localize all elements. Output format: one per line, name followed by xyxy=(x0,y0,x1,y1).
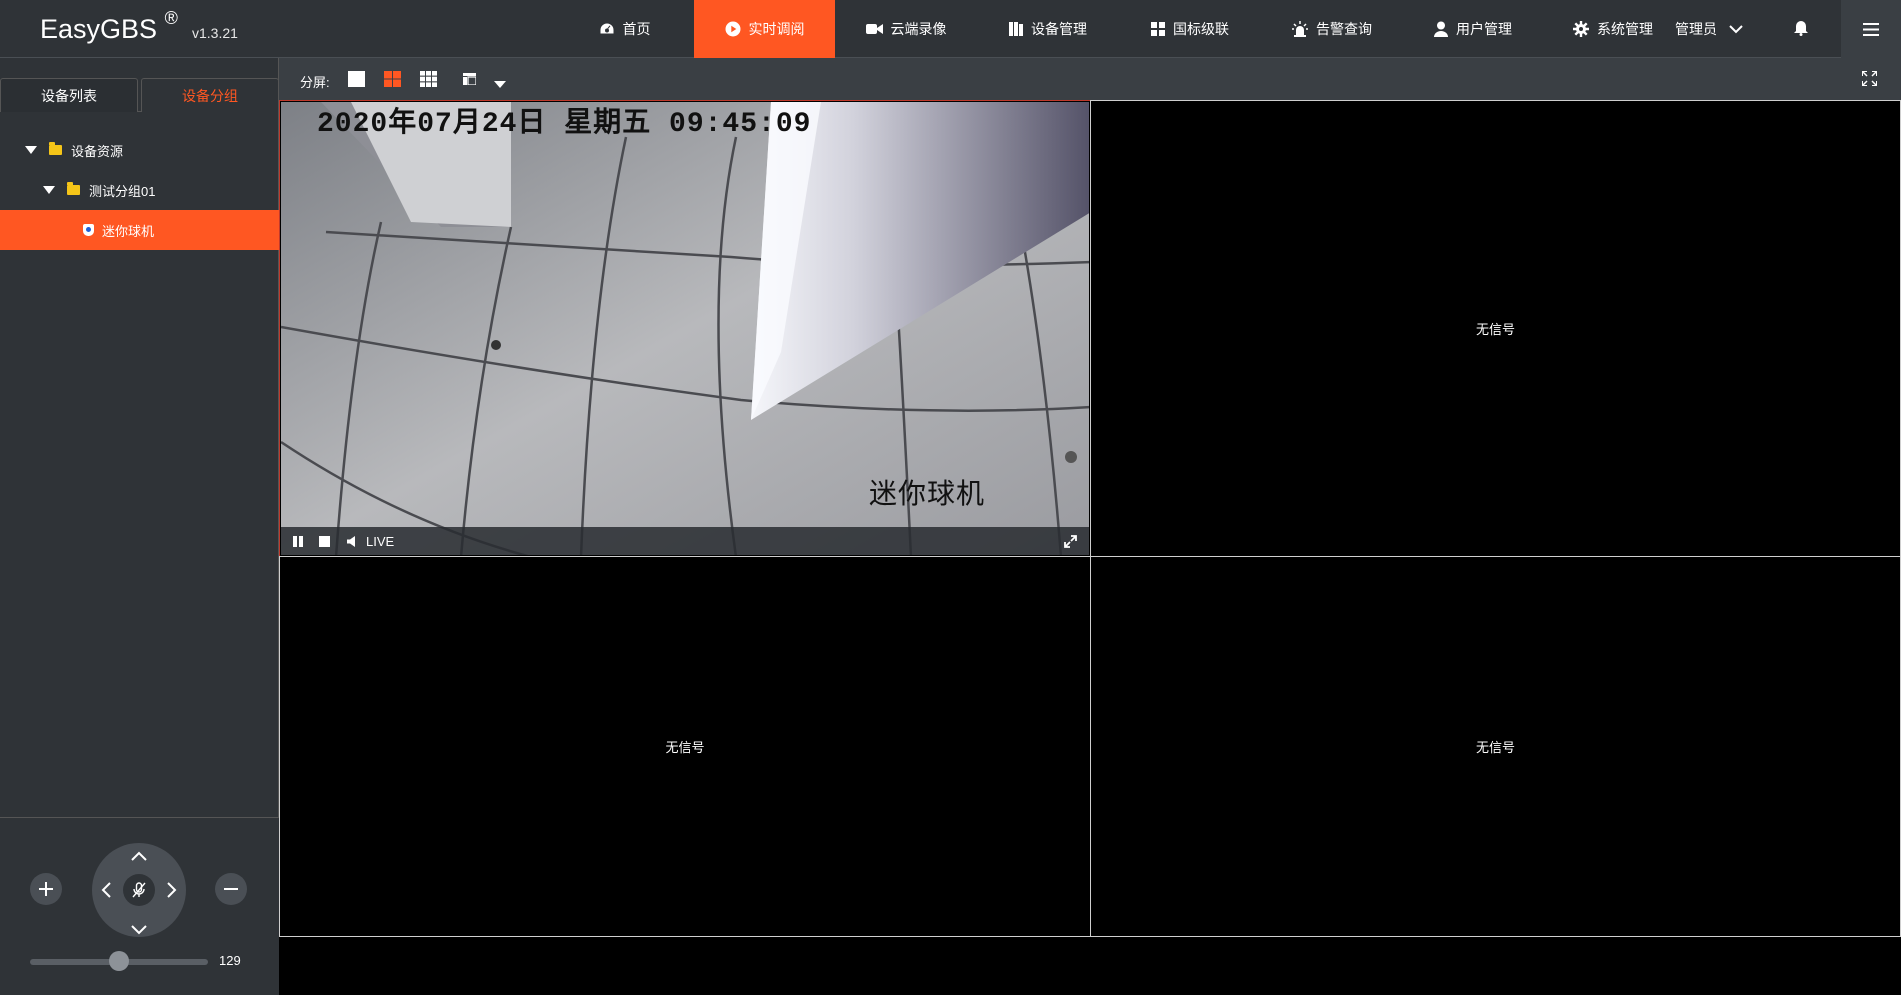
folder-icon xyxy=(49,142,62,155)
nav-item-live-view[interactable]: 实时调阅 xyxy=(694,0,835,58)
registered-mark: ® xyxy=(164,8,178,28)
no-signal-label: 无信号 xyxy=(1475,322,1515,337)
main-nav: 首页 实时调阅 云端录像 设备管理 国标级联 告警查询 用户管理 系统管理 xyxy=(555,0,1683,58)
talk-button[interactable] xyxy=(123,874,155,906)
notification-bell-icon[interactable] xyxy=(1794,19,1808,41)
layout-button[interactable] xyxy=(463,72,477,90)
app-name: EasyGBS xyxy=(40,14,158,44)
nav-item-system-management[interactable]: 系统管理 xyxy=(1543,0,1683,58)
expand-icon[interactable] xyxy=(1064,535,1077,548)
sidebar: 设备列表 设备分组 设备资源 测试分组01 迷你球机 129 xyxy=(0,58,279,995)
caret-down-icon[interactable] xyxy=(494,75,506,93)
minus-icon xyxy=(223,881,239,897)
user-name: 管理员 xyxy=(1675,21,1717,37)
ptz-control-panel: 129 xyxy=(0,817,279,995)
nav-label: 国标级联 xyxy=(1173,21,1229,37)
hamburger-icon xyxy=(1863,22,1879,36)
nav-item-device-management[interactable]: 设备管理 xyxy=(977,0,1119,58)
user-menu[interactable]: 管理员 xyxy=(1675,0,1743,58)
video-grid: 2020年07月24日 星期五 09:45:09 迷你球机 LIVE 无信号 无… xyxy=(279,100,1901,937)
tree-node-label: 迷你球机 xyxy=(102,223,155,239)
top-navbar: EasyGBS ® v1.3.21 首页 实时调阅 云端录像 设备管理 国标级联… xyxy=(0,0,1901,58)
ptz-speed-slider-handle[interactable] xyxy=(109,951,129,971)
nav-label: 告警查询 xyxy=(1316,21,1372,37)
video-cell-1[interactable]: 2020年07月24日 星期五 09:45:09 迷你球机 LIVE xyxy=(279,100,1091,557)
osd-camera-name: 迷你球机 xyxy=(869,477,986,510)
stop-button[interactable] xyxy=(319,535,330,547)
nav-item-home[interactable]: 首页 xyxy=(555,0,694,58)
pause-button[interactable] xyxy=(293,535,304,547)
no-signal-label: 无信号 xyxy=(665,740,705,755)
video-cell-3[interactable]: 无信号 xyxy=(279,556,1091,937)
hamburger-menu-button[interactable] xyxy=(1841,0,1901,58)
split-4-button[interactable] xyxy=(384,71,401,92)
cascade-icon xyxy=(1151,22,1165,36)
user-icon xyxy=(1434,21,1448,37)
chevron-down-icon xyxy=(1729,24,1743,34)
caret-down-icon[interactable] xyxy=(43,186,55,194)
app-version: v1.3.21 xyxy=(192,25,238,41)
plus-icon xyxy=(38,881,54,897)
app-logo[interactable]: EasyGBS ® xyxy=(40,8,178,45)
live-badge: LIVE xyxy=(366,533,395,549)
tree-node-test-group-01[interactable]: 测试分组01 xyxy=(0,170,279,210)
camera-icon xyxy=(83,224,94,236)
zoom-in-button[interactable] xyxy=(30,873,62,905)
split-9-button[interactable] xyxy=(420,71,437,92)
nav-item-cloud-recording[interactable]: 云端录像 xyxy=(835,0,977,58)
split-screen-toolbar: 分屏: xyxy=(279,58,1901,100)
video-cell-4[interactable]: 无信号 xyxy=(1090,556,1901,937)
tab-device-list[interactable]: 设备列表 xyxy=(0,78,138,112)
ptz-up-button[interactable] xyxy=(131,848,147,866)
nav-label: 系统管理 xyxy=(1597,21,1653,37)
split-1-button[interactable] xyxy=(348,71,365,92)
tab-device-group[interactable]: 设备分组 xyxy=(141,78,279,112)
nav-label: 云端录像 xyxy=(890,21,947,37)
caret-down-icon[interactable] xyxy=(25,146,37,154)
device-icon xyxy=(1009,22,1023,36)
player-control-bar: LIVE xyxy=(281,527,1089,555)
no-signal-label: 无信号 xyxy=(1475,740,1515,755)
nav-label: 用户管理 xyxy=(1456,21,1512,37)
dashboard-icon xyxy=(599,22,615,36)
ptz-speed-value: 129 xyxy=(219,953,241,968)
tree-node-label: 设备资源 xyxy=(71,143,124,159)
ptz-direction-wheel xyxy=(92,843,186,937)
tree-node-mini-dome-camera[interactable]: 迷你球机 xyxy=(0,210,279,250)
video-camera-icon xyxy=(865,23,883,35)
nav-item-user-management[interactable]: 用户管理 xyxy=(1403,0,1543,58)
ptz-left-button[interactable] xyxy=(101,882,111,903)
nav-label: 设备管理 xyxy=(1031,21,1087,37)
ptz-right-button[interactable] xyxy=(167,882,177,903)
nav-item-national-cascade[interactable]: 国标级联 xyxy=(1119,0,1261,58)
zoom-out-button[interactable] xyxy=(215,873,247,905)
gear-icon xyxy=(1573,21,1589,37)
folder-icon xyxy=(67,182,80,195)
nav-label: 首页 xyxy=(622,21,651,37)
alarm-icon xyxy=(1292,21,1308,37)
split-screen-label: 分屏: xyxy=(300,75,330,90)
ptz-down-button[interactable] xyxy=(131,922,147,940)
play-circle-icon xyxy=(725,21,741,37)
volume-icon[interactable] xyxy=(347,535,356,547)
tree-node-label: 测试分组01 xyxy=(89,183,156,199)
nav-item-alarm-query[interactable]: 告警查询 xyxy=(1261,0,1403,58)
video-cell-2[interactable]: 无信号 xyxy=(1090,100,1901,557)
microphone-muted-icon xyxy=(132,882,146,898)
sidebar-tabs: 设备列表 设备分组 xyxy=(0,78,279,112)
osd-timestamp: 2020年07月24日 星期五 09:45:09 xyxy=(317,109,812,140)
tree-node-device-resources[interactable]: 设备资源 xyxy=(0,130,279,170)
camera-feed: 2020年07月24日 星期五 09:45:09 迷你球机 LIVE xyxy=(281,102,1089,555)
fullscreen-button[interactable] xyxy=(1861,70,1878,91)
nav-label: 实时调阅 xyxy=(748,21,805,37)
